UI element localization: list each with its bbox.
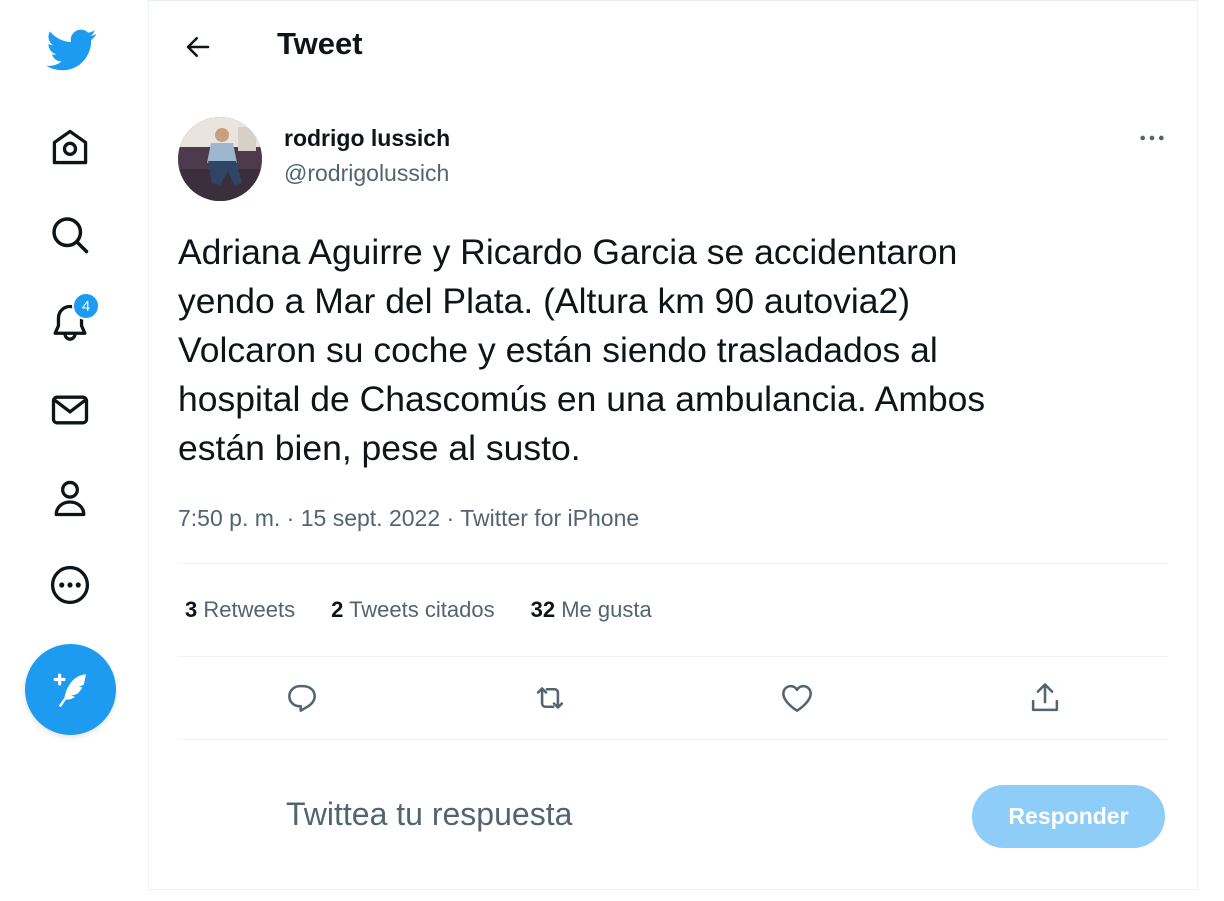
reply-button[interactable]: [276, 672, 328, 724]
feather-plus-icon: [53, 673, 86, 707]
tweet-text: Adriana Aguirre y Ricardo Garcia se acci…: [178, 232, 986, 468]
tweet-metadata: 7:50 p. m. · 15 sept. 2022 · Twitter for…: [178, 505, 639, 532]
tweet-time[interactable]: 7:50 p. m.: [178, 505, 280, 531]
likes-count: 32: [530, 597, 556, 622]
tweet-date[interactable]: 15 sept. 2022: [301, 505, 440, 531]
retweet-icon: [536, 687, 564, 709]
reply-submit-button[interactable]: Responder: [972, 785, 1165, 848]
tweet-stats: 3 Retweets 2 Tweets citados 32 Me gusta: [185, 597, 652, 623]
arrow-left-icon: [186, 37, 210, 57]
home-icon[interactable]: [44, 121, 96, 173]
likes-label: Me gusta: [561, 597, 652, 622]
divider: [178, 656, 1168, 657]
avatar[interactable]: [178, 117, 262, 201]
notifications-badge: 4: [72, 292, 100, 320]
retweet-button[interactable]: [524, 672, 576, 724]
share-icon: [1031, 683, 1059, 712]
retweets-label: Retweets: [203, 597, 296, 622]
page-title: Tweet: [277, 26, 363, 61]
more-options-button[interactable]: [1135, 126, 1169, 150]
reply-icon: [288, 684, 316, 712]
sidebar: 4: [0, 0, 148, 901]
divider: [178, 739, 1168, 740]
quotes-stat[interactable]: 2 Tweets citados: [331, 597, 494, 623]
twitter-logo-icon[interactable]: [44, 24, 100, 74]
main-column: Tweet rodrigo lussich @rodrigolussich Ad…: [148, 0, 1198, 890]
top-divider: [149, 0, 1197, 1]
compose-tweet-button[interactable]: [25, 644, 116, 735]
share-button[interactable]: [1019, 672, 1071, 724]
tweet-source[interactable]: Twitter for iPhone: [460, 505, 639, 531]
search-icon[interactable]: [44, 209, 96, 261]
like-button[interactable]: [771, 672, 823, 724]
heart-icon: [782, 684, 812, 712]
tweet-actions: [178, 672, 1168, 724]
meta-separator: ·: [446, 505, 455, 531]
meta-separator: ·: [286, 505, 295, 531]
retweets-stat[interactable]: 3 Retweets: [185, 597, 295, 623]
retweets-count: 3: [185, 597, 198, 622]
reply-input[interactable]: Twittea tu respuesta: [286, 796, 572, 833]
messages-icon[interactable]: [44, 384, 96, 436]
divider: [178, 563, 1168, 564]
quotes-label: Tweets citados: [349, 597, 495, 622]
quotes-count: 2: [331, 597, 344, 622]
author-handle[interactable]: @rodrigolussich: [284, 160, 449, 187]
likes-stat[interactable]: 32 Me gusta: [531, 597, 652, 623]
more-icon[interactable]: [44, 559, 96, 611]
profile-icon[interactable]: [44, 472, 96, 524]
ellipsis-icon: [1140, 135, 1164, 141]
back-button[interactable]: [179, 28, 217, 66]
author-name[interactable]: rodrigo lussich: [284, 125, 450, 152]
